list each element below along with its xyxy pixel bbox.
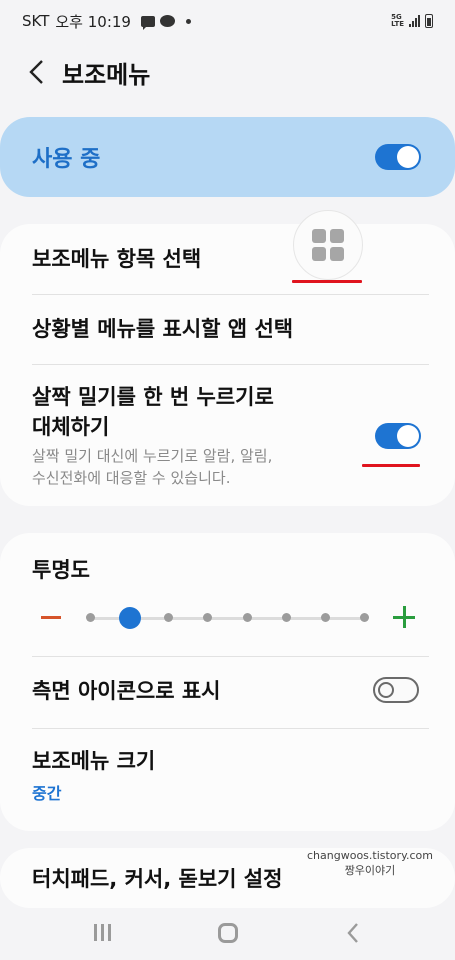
master-switch-bar[interactable]: 사용 중	[0, 117, 455, 197]
tap-instead-of-swipe-desc-line2: 수신전화에 대응할 수 있습니다.	[32, 469, 231, 487]
notification-icons	[140, 15, 191, 30]
divider	[32, 728, 429, 729]
toggle-knob	[378, 682, 394, 698]
transparency-slider-thumb[interactable]	[119, 607, 141, 629]
annotation-underline	[292, 280, 362, 283]
toggle-knob	[397, 146, 419, 168]
transparency-title: 투명도	[32, 558, 90, 582]
minus-icon[interactable]	[41, 616, 61, 619]
home-button[interactable]	[198, 910, 258, 956]
grid-icon	[312, 229, 344, 261]
menu-size-value: 중간	[32, 784, 62, 803]
tap-instead-of-swipe-title-line2[interactable]: 대체하기	[32, 412, 109, 442]
toggle-knob	[397, 425, 419, 447]
clock: 오후 10:19	[55, 12, 131, 31]
tap-instead-of-swipe-desc-line1: 살짝 밀기 대신에 누르기로 알람, 알림,	[32, 447, 273, 465]
master-toggle[interactable]	[375, 144, 421, 170]
master-switch-label: 사용 중	[32, 147, 101, 172]
message-icon	[140, 15, 155, 30]
watermark-blog-name: 짱우이야기	[344, 864, 396, 877]
chevron-left-icon	[29, 60, 43, 84]
divider	[32, 364, 429, 365]
floating-assistant-menu-button[interactable]	[293, 210, 363, 280]
slider-step	[203, 613, 212, 622]
watermark: changwoos.tistory.com 짱우이야기	[307, 848, 433, 878]
slider-step	[321, 613, 330, 622]
status-right: 5G LTE	[391, 14, 433, 28]
divider	[32, 294, 429, 295]
watermark-url: changwoos.tistory.com	[307, 849, 433, 862]
slider-step	[86, 613, 95, 622]
tap-instead-of-swipe-toggle[interactable]	[375, 423, 421, 449]
recents-icon	[94, 924, 111, 941]
menu-size-title[interactable]: 보조메뉴 크기	[32, 746, 155, 776]
slider-step	[360, 613, 369, 622]
back-icon	[346, 922, 358, 943]
signal-icon	[409, 15, 420, 27]
navigation-bar	[0, 905, 455, 960]
carrier-label: SKT	[22, 12, 50, 30]
notification-dot-icon	[185, 18, 191, 24]
kakaotalk-icon	[159, 15, 175, 27]
touchpad-cursor-magnifier-title[interactable]: 터치패드, 커서, 돋보기 설정	[32, 864, 282, 894]
tap-instead-of-swipe-title-line1[interactable]: 살짝 밀기를 한 번 누르기로	[32, 382, 274, 412]
recents-button[interactable]	[73, 910, 133, 956]
plus-icon[interactable]	[393, 606, 415, 628]
app-header: 보조메뉴	[0, 44, 455, 100]
page-title: 보조메뉴	[62, 60, 151, 89]
divider	[32, 656, 429, 657]
context-menu-apps-title[interactable]: 상황별 메뉴를 표시할 앱 선택	[32, 314, 293, 344]
battery-icon	[425, 14, 433, 28]
back-button[interactable]	[0, 44, 60, 100]
annotation-underline	[362, 464, 420, 467]
status-bar: SKT 오후 10:19 5G LTE	[0, 0, 455, 42]
home-icon	[217, 922, 238, 943]
slider-step	[282, 613, 291, 622]
settings-group-2: 투명도 측면 아이콘으로 표시 보조메뉴 크기 중간	[0, 533, 455, 831]
network-icon: 5G LTE	[391, 13, 404, 28]
menu-items-select-title[interactable]: 보조메뉴 항목 선택	[32, 244, 201, 274]
slider-step	[164, 613, 173, 622]
side-icon-title[interactable]: 측면 아이콘으로 표시	[32, 676, 221, 706]
slider-step	[243, 613, 252, 622]
status-left: SKT 오후 10:19	[22, 11, 191, 32]
nav-back-button[interactable]	[323, 910, 383, 956]
side-icon-toggle[interactable]	[373, 677, 419, 703]
